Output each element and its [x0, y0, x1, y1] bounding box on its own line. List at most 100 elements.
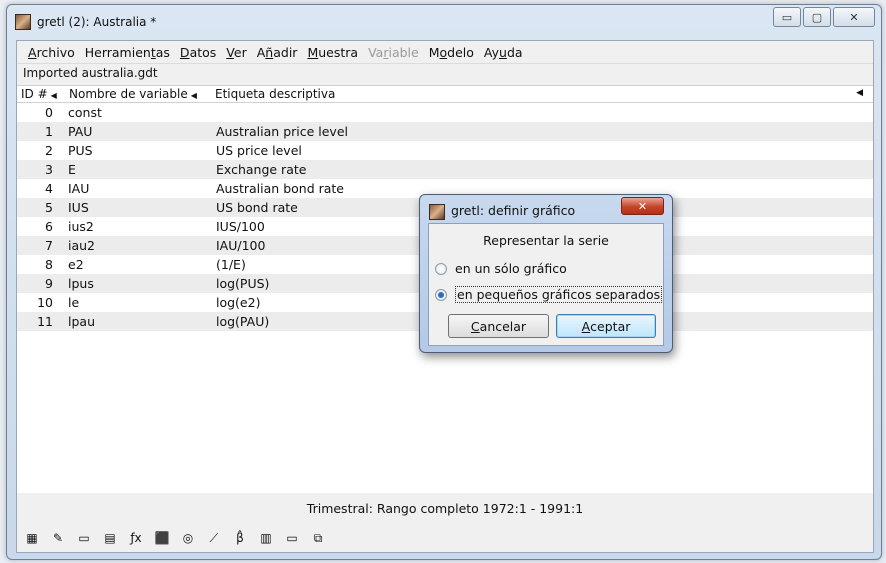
caption-buttons: ▭ ▢ ✕: [773, 7, 875, 27]
calculator-icon[interactable]: ▦: [23, 529, 41, 547]
menu-item[interactable]: Ayuda: [479, 45, 528, 60]
row-id: 10: [37, 295, 53, 310]
menu-item-label: o: [439, 44, 448, 60]
menu-item[interactable]: Datos: [175, 45, 221, 60]
dialog-title: gretl: definir gráfico: [451, 203, 576, 218]
menu-item[interactable]: Modelo: [424, 45, 479, 60]
menu-item[interactable]: Archivo: [23, 45, 80, 60]
radio-separate-plots-label: en pequeños gráficos separados: [455, 286, 663, 303]
row-id: 7: [45, 238, 53, 253]
menu-item-label: M: [307, 44, 319, 60]
menu-item[interactable]: Herramientas: [80, 45, 175, 60]
gretl-app-icon: [15, 14, 31, 30]
menu-item-label: u: [499, 44, 507, 60]
function-icon[interactable]: ƒx: [127, 529, 145, 547]
script-editor-icon[interactable]: ✎: [49, 529, 67, 547]
accept-button[interactable]: Aceptar: [556, 314, 656, 338]
gretl-dialog-icon: [429, 204, 445, 220]
dialog-close-button[interactable]: ✕: [621, 197, 664, 215]
row-id: 3: [45, 162, 53, 177]
accept-mnemonic: A: [581, 318, 591, 334]
model-beta-icon[interactable]: β̂: [231, 529, 249, 547]
database-icon[interactable]: ▥: [257, 529, 275, 547]
folder-icon[interactable]: ▭: [283, 529, 301, 547]
row-id: 6: [45, 219, 53, 234]
define-plot-dialog: gretl: definir gráfico ✕ Representar la …: [419, 194, 673, 353]
close-button[interactable]: ✕: [833, 7, 875, 27]
row-description: Australian price level: [216, 124, 348, 139]
toolbar: ▦ ✎ ▭ ▤ ƒx ⬛ ◎ ⟋ β̂ ▥ ▭ ⧉: [23, 527, 327, 549]
row-variable-name: IUS: [68, 200, 89, 215]
row-id: 8: [45, 257, 53, 272]
menu-item-label: A: [28, 44, 37, 60]
row-variable-name: lpus: [68, 276, 94, 291]
close-icon: ✕: [849, 10, 859, 24]
column-header-label[interactable]: Etiqueta descriptiva: [211, 87, 335, 101]
window-title: gretl (2): Australia *: [37, 15, 157, 29]
row-variable-name: e2: [68, 257, 84, 272]
menu-item-label: da: [506, 44, 523, 60]
radio-single-plot[interactable]: en un sólo gráfico: [435, 261, 567, 276]
row-variable-name: le: [68, 295, 80, 310]
menu-item-label: as: [155, 44, 170, 60]
menu-bar: Archivo Herramientas Datos Ver Añadir Muestra…: [17, 41, 873, 63]
menu-item[interactable]: Añadir: [252, 45, 303, 60]
menu-item[interactable]: Muestra: [302, 45, 363, 60]
row-variable-name: IAU: [68, 181, 90, 196]
minimize-icon: ▭: [781, 10, 793, 24]
title-bar[interactable]: gretl (2): Australia * ▭ ▢ ✕: [7, 5, 881, 39]
session-icon[interactable]: ▤: [101, 529, 119, 547]
row-description: Australian bond rate: [216, 181, 344, 196]
pdf-manual-icon[interactable]: ⬛: [153, 529, 171, 547]
cancel-button[interactable]: Cancelar: [448, 314, 549, 338]
list-header: ID # ◀ Nombre de variable ◀ Etiqueta descr…: [17, 86, 873, 103]
radio-single-plot-label: en un sólo gráfico: [455, 261, 567, 276]
cancel-label: ancelar: [479, 318, 527, 334]
menu-item-label: er: [233, 44, 247, 60]
terminal-icon[interactable]: ▭: [75, 529, 93, 547]
row-variable-name: E: [68, 162, 76, 177]
sort-arrow-icon: ◀: [190, 91, 197, 100]
plot-icon[interactable]: ⟋: [205, 529, 223, 547]
menu-item-label: Ay: [483, 44, 500, 60]
radio-button-icon[interactable]: [435, 262, 447, 275]
menu-item-label: atos: [189, 44, 217, 60]
help-lifebuoy-icon[interactable]: ◎: [179, 529, 197, 547]
table-row[interactable]: 1 PAU Australian price level: [17, 122, 873, 141]
menu-item[interactable]: Variable: [363, 45, 424, 60]
windows-icon[interactable]: ⧉: [309, 529, 327, 547]
maximize-button[interactable]: ▢: [803, 7, 831, 27]
row-variable-name: const: [68, 105, 102, 120]
row-variable-name: PUS: [68, 143, 93, 158]
row-description: US bond rate: [216, 200, 298, 215]
row-id: 4: [45, 181, 53, 196]
radio-button-icon[interactable]: [435, 288, 447, 301]
maximize-icon: ▢: [811, 10, 823, 24]
column-header-name[interactable]: Nombre de variable ◀: [65, 87, 211, 101]
row-variable-name: ius2: [68, 219, 94, 234]
menu-item-label: D: [179, 44, 190, 60]
table-row[interactable]: 3 E Exchange rate: [17, 160, 873, 179]
menu-item-label: Herramien: [84, 44, 151, 60]
column-header-id[interactable]: ID # ◀: [17, 87, 65, 101]
row-id: 9: [45, 276, 53, 291]
menu-item[interactable]: Ver: [221, 45, 251, 60]
header-scroll-arrow-icon[interactable]: ◀: [856, 88, 863, 98]
row-variable-name: PAU: [68, 124, 93, 139]
radio-separate-plots[interactable]: en pequeños gráficos separados: [435, 286, 663, 303]
row-id: 11: [37, 314, 53, 329]
column-label-label: Etiqueta descriptiva: [215, 87, 336, 101]
menu-item-label: A: [256, 44, 266, 60]
accept-label: ceptar: [590, 318, 631, 334]
row-description: log(PUS): [216, 276, 270, 291]
close-icon: ✕: [637, 199, 648, 213]
table-row[interactable]: 0 const: [17, 103, 873, 122]
minimize-button[interactable]: ▭: [773, 7, 801, 27]
dialog-heading: Representar la serie: [483, 233, 609, 248]
menu-item-label: delo: [447, 44, 474, 60]
row-id: 5: [45, 200, 53, 215]
menu-item-label: V: [226, 44, 234, 60]
row-id: 2: [45, 143, 53, 158]
table-row[interactable]: 2 PUS US price level: [17, 141, 873, 160]
dataset-file-label: Imported australia.gdt: [17, 63, 873, 81]
